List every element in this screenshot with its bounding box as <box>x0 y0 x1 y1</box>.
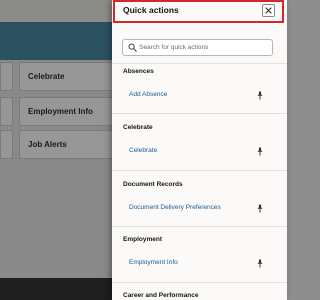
background-tile-job-alerts: Job Alerts <box>19 130 119 159</box>
action-label[interactable]: Employment Info <box>129 259 178 266</box>
pin-icon[interactable] <box>256 204 264 213</box>
section-title-document-records: Document Records <box>123 181 183 188</box>
action-add-absence[interactable]: Add Absence <box>112 89 287 103</box>
background-tile-label: Celebrate <box>28 72 65 81</box>
quick-actions-panel: Quick actions Absences Add Absence Celeb… <box>112 0 287 300</box>
action-celebrate[interactable]: Celebrate <box>112 145 287 159</box>
action-label[interactable]: Add Absence <box>129 91 167 98</box>
background-tile-label: Employment Info <box>28 107 93 116</box>
background-tile-left <box>0 97 13 126</box>
search-input[interactable] <box>139 41 269 54</box>
background-tile-celebrate: Celebrate <box>19 62 119 91</box>
pin-icon[interactable] <box>256 259 264 268</box>
divider <box>112 282 287 283</box>
action-label[interactable]: Celebrate <box>129 147 157 154</box>
action-label[interactable]: Document Delivery Preferences <box>129 204 221 211</box>
close-icon <box>265 7 272 14</box>
background-tile-label: Job Alerts <box>28 140 67 149</box>
divider <box>112 226 287 227</box>
section-title-career-and-performance: Career and Performance <box>123 292 199 299</box>
divider <box>112 63 287 64</box>
divider <box>112 170 287 171</box>
action-document-delivery-preferences[interactable]: Document Delivery Preferences <box>112 202 287 216</box>
panel-title: Quick actions <box>123 5 179 15</box>
background-tile-left <box>0 130 13 159</box>
section-title-absences: Absences <box>123 68 154 75</box>
action-employment-info[interactable]: Employment Info <box>112 257 287 271</box>
background-tile-employment-info: Employment Info <box>19 97 119 126</box>
search-icon <box>128 43 137 52</box>
background-tile-left <box>0 62 13 91</box>
search-box[interactable] <box>122 39 273 56</box>
section-title-celebrate: Celebrate <box>123 124 153 131</box>
pin-icon[interactable] <box>256 147 264 156</box>
pin-icon[interactable] <box>256 91 264 100</box>
section-title-employment: Employment <box>123 236 163 243</box>
panel-header: Quick actions <box>113 0 284 23</box>
close-button[interactable] <box>262 4 275 17</box>
divider <box>112 113 287 114</box>
